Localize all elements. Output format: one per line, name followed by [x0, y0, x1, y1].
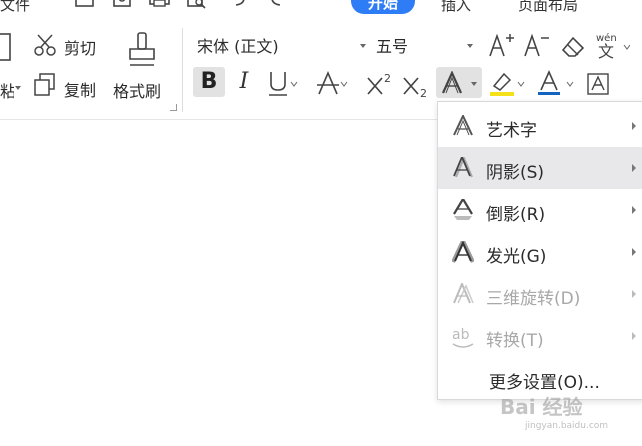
3d-rotation-icon — [453, 283, 474, 304]
glow-icon — [452, 241, 474, 263]
strikethrough-icon[interactable] — [316, 70, 348, 98]
format-painter-label[interactable]: 格式刷 — [113, 78, 161, 102]
cut-label[interactable]: 剪切 — [64, 35, 96, 59]
font-size-value: 五号 — [376, 37, 409, 56]
cut-icon[interactable] — [33, 33, 59, 57]
tab-strip: 文件 开始 插入 页面布局 — [0, 0, 642, 16]
watermark-subtext: jingyan.baidu.com — [525, 421, 609, 431]
svg-text:2: 2 — [384, 72, 391, 85]
tab-page-layout[interactable]: 页面布局 — [518, 0, 578, 15]
copy-icon[interactable] — [33, 72, 59, 98]
chevron-down-icon — [360, 44, 366, 48]
menu-item-label: 三维旋转(D) — [486, 289, 581, 309]
font-family-select[interactable]: 宋体 (正文) — [193, 31, 371, 61]
chevron-right-icon — [632, 248, 636, 256]
phonetic-guide-icon[interactable]: wén 文 — [594, 30, 630, 60]
paste-dropdown-arrow[interactable] — [15, 86, 21, 90]
menu-item-label: 艺术字 — [486, 121, 537, 141]
clear-formatting-icon[interactable] — [559, 34, 587, 60]
menu-item-label: 转换(T) — [486, 331, 544, 351]
menu-item-glow[interactable]: 发光(G) — [438, 231, 642, 273]
group-separator — [182, 28, 183, 112]
text-effects-button[interactable] — [436, 67, 482, 98]
copy-label[interactable]: 复制 — [64, 77, 96, 101]
highlight-color-icon[interactable] — [488, 70, 528, 98]
italic-button[interactable]: I — [233, 67, 255, 97]
format-painter-icon[interactable] — [126, 31, 158, 69]
tab-start[interactable]: 开始 — [351, 0, 415, 14]
export-pdf-icon[interactable] — [112, 0, 134, 10]
tab-file[interactable]: 文件 — [0, 0, 30, 15]
character-border-icon[interactable] — [586, 72, 610, 96]
paste-label[interactable]: 粘贴 — [0, 78, 14, 102]
svg-text:ab: ab — [452, 327, 470, 343]
subscript-icon[interactable]: 2 — [402, 70, 432, 98]
superscript-icon[interactable]: 2 — [366, 70, 396, 98]
paste-icon[interactable] — [0, 30, 14, 64]
print-icon[interactable] — [148, 0, 172, 10]
save-icon[interactable] — [74, 0, 96, 10]
transform-icon: ab — [452, 327, 474, 348]
chevron-right-icon — [632, 164, 636, 172]
tab-insert[interactable]: 插入 — [441, 0, 471, 15]
text-effects-menu: 艺术字 阴影(S) 倒影(R) 发光(G) 三维旋转(D) ab 转换(T) 更… — [437, 101, 642, 400]
text-effect-icon — [441, 71, 463, 94]
menu-item-label: 发光(G) — [486, 247, 547, 267]
chevron-right-icon — [632, 290, 636, 298]
font-color-icon[interactable] — [537, 70, 577, 98]
chevron-down-icon — [467, 44, 473, 48]
shadow-icon — [453, 157, 473, 178]
chevron-right-icon — [632, 206, 636, 214]
decrease-font-size-icon[interactable] — [522, 32, 550, 60]
menu-item-3d-rotation: 三维旋转(D) — [438, 273, 642, 315]
menu-item-art-text[interactable]: 艺术字 — [438, 105, 642, 147]
menu-item-shadow[interactable]: 阴影(S) — [438, 147, 642, 189]
watermark-logo: Bai 经验 — [500, 395, 583, 419]
undo-icon[interactable] — [226, 0, 248, 10]
menu-item-reflection[interactable]: 倒影(R) — [438, 189, 642, 231]
chevron-right-icon — [632, 122, 636, 130]
underline-icon[interactable] — [266, 70, 298, 98]
menu-item-label: 更多设置(O)... — [489, 373, 600, 393]
menu-item-label: 倒影(R) — [486, 205, 546, 225]
clipboard-group-launcher[interactable] — [170, 104, 177, 111]
menu-item-transform: ab 转换(T) — [438, 315, 642, 357]
art-text-icon — [453, 115, 473, 136]
increase-font-size-icon[interactable] — [487, 32, 515, 60]
redo-icon[interactable] — [268, 0, 290, 10]
svg-text:2: 2 — [420, 87, 427, 98]
chevron-right-icon — [632, 332, 636, 340]
print-preview-icon[interactable] — [186, 0, 208, 10]
chevron-down-icon — [471, 82, 477, 86]
font-family-value: 宋体 (正文) — [197, 37, 279, 56]
svg-text:文: 文 — [598, 42, 614, 60]
bold-button[interactable]: B — [193, 67, 225, 97]
menu-item-label: 阴影(S) — [486, 163, 545, 183]
font-size-select[interactable]: 五号 — [372, 31, 478, 61]
reflection-icon — [453, 199, 473, 220]
